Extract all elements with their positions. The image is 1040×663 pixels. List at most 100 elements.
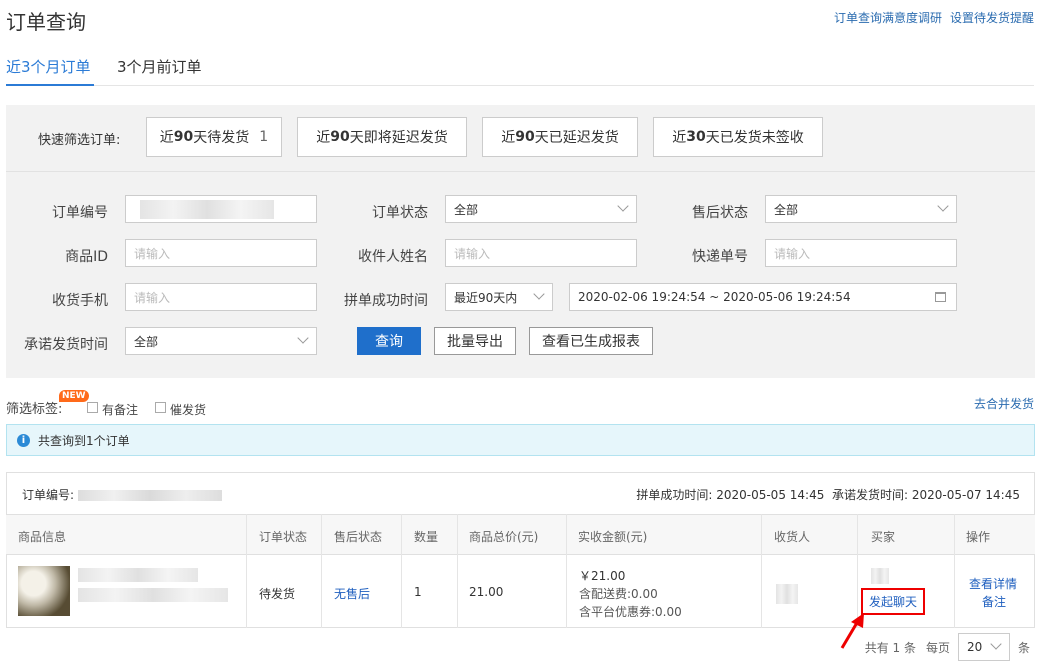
new-badge: NEW bbox=[59, 390, 89, 402]
result-info-bar: i 共查询到1个订单 bbox=[6, 424, 1035, 456]
qf-prefix: 近 bbox=[501, 130, 516, 146]
promise-time-value: 全部 bbox=[134, 334, 159, 349]
order-no: 订单编号: bbox=[22, 486, 222, 503]
tab-before-3-months[interactable]: 3个月前订单 bbox=[117, 56, 202, 77]
receiver-input[interactable]: 请输入 bbox=[445, 239, 637, 267]
promise-time-select[interactable]: 全部 bbox=[125, 327, 317, 355]
col-divider bbox=[321, 514, 322, 628]
page-size-value: 20 bbox=[966, 640, 983, 654]
has-note-checkbox[interactable] bbox=[87, 402, 98, 413]
qf-prefix: 近 bbox=[316, 130, 331, 146]
view-reports-button[interactable]: 查看已生成报表 bbox=[529, 327, 653, 355]
qf-prefix: 近 bbox=[672, 130, 687, 146]
phone-input[interactable]: 请输入 bbox=[125, 283, 317, 311]
qf-suffix: 天待发货 bbox=[193, 130, 250, 146]
qf-num: 90 bbox=[173, 129, 194, 145]
qf-suffix: 天即将延迟发货 bbox=[349, 130, 448, 146]
total-count: 共有 1 条 bbox=[864, 640, 916, 655]
product-thumbnail[interactable] bbox=[18, 566, 70, 616]
quick-filter-soon-delayed[interactable]: 近 90 天即将延迟发货 bbox=[297, 117, 467, 157]
quick-filter-shipped-unsigned[interactable]: 近 30 天已发货未签收 bbox=[653, 117, 823, 157]
redacted-product-name bbox=[78, 568, 198, 582]
after-sale-cell[interactable]: 无售后 bbox=[334, 585, 370, 602]
col-total: 商品总价(元) bbox=[469, 530, 539, 544]
group-time-select[interactable]: 最近90天内 bbox=[445, 283, 553, 311]
date-range-picker[interactable]: 2020-02-06 19:24:54 ~ 2020-05-06 19:24:5… bbox=[569, 283, 957, 311]
per-page-unit: 条 bbox=[1017, 640, 1030, 655]
redacted-product-spec bbox=[78, 588, 228, 602]
chevron-down-icon bbox=[937, 200, 949, 212]
express-input[interactable]: 请输入 bbox=[765, 239, 957, 267]
order-times: 拼单成功时间: 2020-05-05 14:45 承诺发货时间: 2020-05… bbox=[636, 486, 1020, 503]
query-button[interactable]: 查询 bbox=[357, 327, 421, 355]
promise-time-label: 承诺发货时间 bbox=[24, 337, 108, 353]
shipping-fee: 含配送费:0.00 bbox=[579, 587, 658, 601]
col-qty: 数量 bbox=[414, 530, 439, 544]
group-success-time: 拼单成功时间: 2020-05-05 14:45 bbox=[636, 488, 825, 502]
col-order-status: 订单状态 bbox=[259, 530, 308, 544]
product-id-input[interactable]: 请输入 bbox=[125, 239, 317, 267]
panel-divider bbox=[6, 171, 1035, 172]
note-link[interactable]: 备注 bbox=[982, 593, 1006, 610]
result-count-text: 共查询到1个订单 bbox=[38, 433, 130, 448]
chevron-down-icon bbox=[617, 200, 629, 212]
urge-ship-checkbox[interactable] bbox=[155, 402, 166, 413]
merge-ship-link[interactable]: 去合并发货 bbox=[974, 395, 1034, 412]
active-tab-indicator bbox=[6, 84, 94, 86]
order-status-label: 订单状态 bbox=[372, 205, 428, 221]
promise-ship-time: 承诺发货时间: 2020-05-07 14:45 bbox=[832, 488, 1020, 502]
express-label: 快递单号 bbox=[692, 249, 748, 265]
quick-filter-delayed[interactable]: 近 90 天已延迟发货 bbox=[482, 117, 638, 157]
calendar-icon bbox=[935, 292, 946, 302]
page-size-select[interactable]: 20 bbox=[957, 633, 1010, 661]
chevron-down-icon bbox=[297, 332, 309, 344]
chevron-down-icon bbox=[990, 638, 1002, 650]
red-arrow-icon bbox=[840, 613, 864, 649]
col-received: 实收金额(元) bbox=[578, 530, 648, 544]
col-divider bbox=[761, 514, 762, 628]
qf-num: 90 bbox=[515, 129, 535, 145]
per-page-label: 每页 bbox=[925, 640, 950, 655]
order-status-select[interactable]: 全部 bbox=[445, 195, 637, 223]
qf-suffix: 天已发货未签收 bbox=[705, 130, 804, 146]
quick-filter-label: 快速筛选订单: bbox=[38, 133, 121, 148]
filter-tags-label: 筛选标签: bbox=[6, 402, 63, 417]
platform-coupon: 含平台优惠券:0.00 bbox=[579, 605, 682, 619]
quick-filter-pending-ship[interactable]: 近 90 天待发货 1 bbox=[146, 117, 282, 157]
col-divider bbox=[401, 514, 402, 628]
bulk-export-button[interactable]: 批量导出 bbox=[434, 327, 516, 355]
group-time-label: 拼单成功时间 bbox=[344, 293, 428, 309]
qf-prefix: 近 bbox=[159, 130, 174, 146]
col-after-sale: 售后状态 bbox=[334, 530, 383, 544]
top-links: 订单查询满意度调研 设置待发货提醒 bbox=[826, 9, 1034, 26]
col-divider bbox=[954, 514, 955, 628]
view-detail-link[interactable]: 查看详情 bbox=[969, 575, 1017, 592]
chevron-down-icon bbox=[533, 288, 545, 300]
qf-num: 30 bbox=[686, 129, 706, 145]
redacted-buyer bbox=[871, 568, 889, 584]
after-sale-select[interactable]: 全部 bbox=[765, 195, 957, 223]
redacted-order-no bbox=[77, 490, 222, 501]
order-status-cell: 待发货 bbox=[259, 587, 296, 601]
start-chat-button[interactable]: 发起聊天 bbox=[861, 588, 925, 615]
tab-recent-3-months[interactable]: 近3个月订单 bbox=[6, 56, 91, 77]
pagination: 共有 1 条 每页 20 条 bbox=[865, 633, 1030, 661]
qf-suffix: 天已延迟发货 bbox=[534, 130, 619, 146]
order-no-caption: 订单编号: bbox=[22, 488, 75, 502]
order-no-label: 订单编号 bbox=[52, 205, 108, 221]
total-cell: 21.00 bbox=[469, 585, 504, 599]
col-actions: 操作 bbox=[966, 530, 991, 544]
col-divider bbox=[566, 514, 567, 628]
urge-ship-label: 催发货 bbox=[170, 403, 207, 417]
survey-link[interactable]: 订单查询满意度调研 bbox=[834, 11, 942, 25]
order-status-value: 全部 bbox=[454, 202, 479, 217]
after-sale-value: 全部 bbox=[774, 202, 799, 217]
col-receiver: 收货人 bbox=[774, 530, 811, 544]
redacted-receiver bbox=[776, 584, 798, 604]
reminder-link[interactable]: 设置待发货提醒 bbox=[950, 11, 1034, 25]
has-note-label: 有备注 bbox=[102, 403, 139, 417]
col-divider bbox=[857, 514, 858, 628]
after-sale-label: 售后状态 bbox=[692, 205, 748, 221]
order-no-input[interactable] bbox=[125, 195, 317, 223]
col-product-info: 商品信息 bbox=[18, 530, 67, 544]
